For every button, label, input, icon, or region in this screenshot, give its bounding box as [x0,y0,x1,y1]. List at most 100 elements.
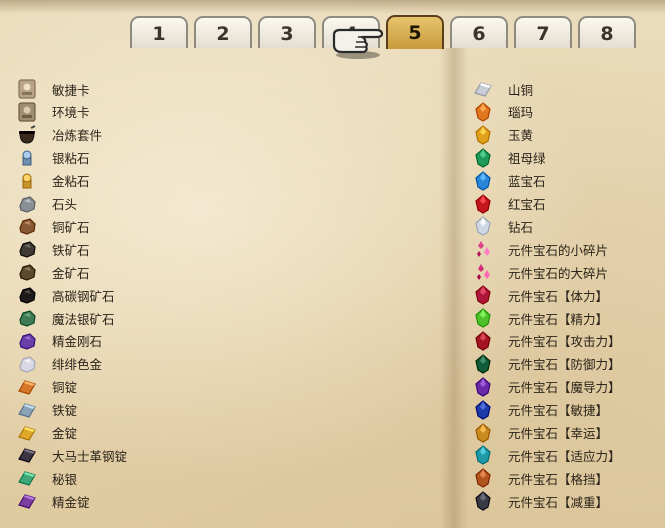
item-label: 石头 [52,197,78,212]
list-item[interactable]: 绯绯色金 [16,353,102,375]
gold-ore-icon [16,261,38,283]
item-label: 山铜 [508,82,534,98]
list-item[interactable]: 冶炼套件 [16,124,102,146]
topaz-icon [472,124,494,146]
page-gutter [440,48,468,528]
hand-pointer-icon [328,21,392,61]
list-item[interactable]: 钻石 [472,215,533,237]
list-item[interactable]: 铁锭 [16,399,77,421]
item-label: 铁矿石 [52,242,90,258]
list-item[interactable]: 精金刚石 [16,330,102,352]
list-item[interactable]: 元件宝石【幸运】 [472,422,608,444]
item-label: 敏捷卡 [52,82,90,98]
list-item[interactable]: 魔法银矿石 [16,307,115,329]
tab-page-1[interactable]: 1 [130,16,188,48]
tab-page-6[interactable]: 6 [450,16,508,48]
item-label: 大马士革钢锭 [52,448,128,464]
list-item[interactable]: 高碳钢矿石 [16,284,115,306]
gem-vitality-icon [472,284,494,306]
list-item[interactable]: 铜矿石 [16,215,90,237]
item-label: 元件宝石的大碎片 [508,265,609,281]
item-label: 铜矿石 [52,219,90,235]
orichalcum-ingot-icon [472,78,494,100]
tab-page-7[interactable]: 7 [514,16,572,48]
tab-page-8[interactable]: 8 [578,16,636,48]
item-label: 祖母绿 [508,151,546,167]
list-item[interactable]: 元件宝石的小碎片 [472,238,608,260]
item-label: 元件宝石【幸运】 [508,426,609,441]
item-label: 精金锭 [52,494,90,510]
item-label: 金粘石 [52,174,90,190]
list-item[interactable]: 元件宝石【格挡】 [472,467,608,489]
orichalcum-icon [16,353,38,375]
item-label: 瑙玛 [508,105,534,121]
item-label: 元件宝石的小碎片 [508,242,609,258]
gem-defense-icon [472,353,494,375]
stone-icon [16,193,38,215]
list-item[interactable]: 元件宝石【减重】 [472,490,608,512]
list-item[interactable]: 红宝石 [472,193,546,215]
iron-ingot-icon [16,399,38,421]
gem-block-icon [472,467,494,489]
item-label: 元件宝石【敏捷】 [508,403,609,419]
list-item[interactable]: 元件宝石【体力】 [472,284,608,306]
tab-page-5[interactable]: 5 [386,15,444,49]
item-label: 金锭 [52,426,78,441]
list-item[interactable]: 金粘石 [16,170,90,192]
copper-ore-icon [16,215,38,237]
gem-magic-icon [472,376,494,398]
item-label: 元件宝石【体力】 [508,288,609,304]
item-label: 金矿石 [52,265,90,281]
item-label: 元件宝石【精力】 [508,311,609,327]
list-item[interactable]: 大马士革钢锭 [16,444,127,466]
item-label: 高碳钢矿石 [52,288,115,304]
list-item[interactable]: 山铜 [472,78,533,100]
list-item[interactable]: 元件宝石【魔导力】 [472,376,621,398]
gold-flux-icon [16,170,38,192]
list-item[interactable]: 环境卡 [16,101,90,123]
gem-adapt-icon [472,444,494,466]
list-item[interactable]: 秘银 [16,467,77,489]
list-item[interactable]: 玉黄 [472,124,533,146]
list-item[interactable]: 瑙玛 [472,101,533,123]
tab-page-3[interactable]: 3 [258,16,316,48]
card-icon [16,101,38,123]
gem-luck-icon [472,422,494,444]
item-label: 元件宝石【魔导力】 [508,380,621,396]
list-item[interactable]: 元件宝石【适应力】 [472,444,621,466]
list-item[interactable]: 金锭 [16,422,77,444]
item-label: 玉黄 [508,128,534,144]
list-item[interactable]: 元件宝石【防御力】 [472,353,621,375]
mythril-ore-icon [16,307,38,329]
item-label: 魔法银矿石 [52,311,115,327]
list-item[interactable]: 敏捷卡 [16,78,90,100]
item-label: 绯绯色金 [52,357,103,373]
list-item[interactable]: 元件宝石的大碎片 [472,261,608,283]
emerald-icon [472,147,494,169]
list-item[interactable]: 蓝宝石 [472,170,546,192]
list-item[interactable]: 元件宝石【敏捷】 [472,399,608,421]
adamantite-icon [16,330,38,352]
card-icon [16,78,38,100]
item-label: 银粘石 [52,151,90,167]
list-item[interactable]: 精金锭 [16,490,90,512]
damascus-ingot-icon [16,444,38,466]
list-item[interactable]: 铁矿石 [16,238,90,260]
item-label: 蓝宝石 [508,174,546,190]
gem-agility-icon [472,399,494,421]
item-label: 红宝石 [508,197,546,212]
list-item[interactable]: 石头 [16,193,77,215]
list-item[interactable]: 铜锭 [16,376,77,398]
tab-page-2[interactable]: 2 [194,16,252,48]
gold-ingot-icon [16,422,38,444]
item-label: 元件宝石【格挡】 [508,471,609,487]
ruby-icon [472,193,494,215]
list-item[interactable]: 元件宝石【攻击力】 [472,330,621,352]
list-item[interactable]: 元件宝石【精力】 [472,307,608,329]
list-item[interactable]: 银粘石 [16,147,90,169]
list-item[interactable]: 金矿石 [16,261,90,283]
list-item[interactable]: 祖母绿 [472,147,546,169]
carbon-steel-ore-icon [16,284,38,306]
item-label: 元件宝石【适应力】 [508,448,621,464]
small-shard-icon [472,238,494,260]
